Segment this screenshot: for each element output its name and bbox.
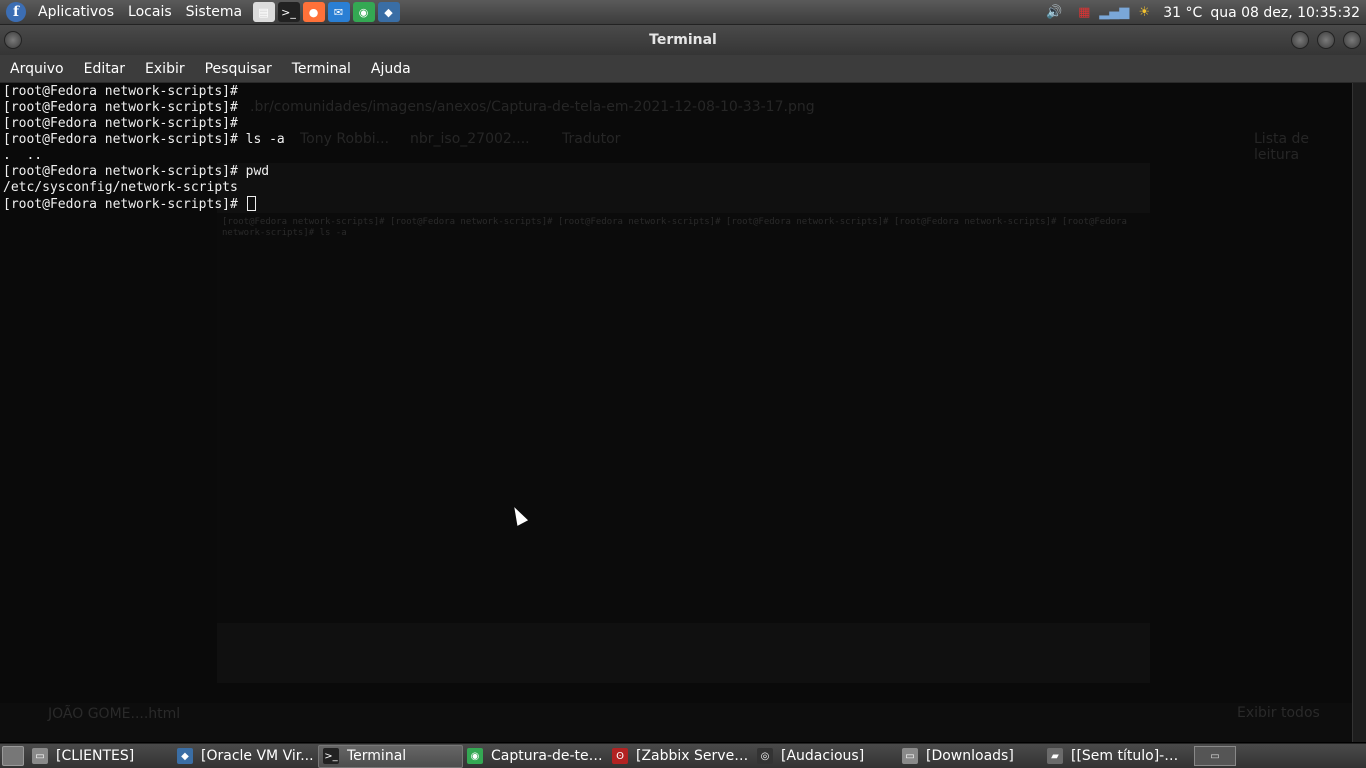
taskbar-item[interactable]: ◉ Captura-de-tel... <box>463 745 608 768</box>
taskbar-item-label: [CLIENTES] <box>56 748 135 764</box>
minimize-button[interactable] <box>1291 31 1309 49</box>
thunderbird-icon[interactable]: ✉ <box>327 2 350 22</box>
volume-icon[interactable]: 🔊 <box>1043 3 1065 23</box>
taskbar-item-label: [Zabbix Server... <box>636 748 749 764</box>
taskbar-item[interactable]: ▭ [CLIENTES] <box>28 745 173 768</box>
terminal-line: [root@Fedora network-scripts]# <box>3 84 238 99</box>
taskbar-item-label: Terminal <box>347 748 407 764</box>
terminal-cursor <box>246 196 256 211</box>
virtualbox-icon: ◆ <box>177 748 193 764</box>
menu-locais[interactable]: Locais <box>121 0 179 25</box>
taskbar-item-label: [[Sem título]-1... <box>1071 748 1184 764</box>
top-panel: f Aplicativos Locais Sistema ▤ >_ ● ✉ ◉ ◆ 🔊 ▦… <box>0 0 1366 25</box>
menu-editar[interactable]: Editar <box>74 61 135 77</box>
weather-icon[interactable]: ☀ <box>1133 3 1155 23</box>
terminal-prompt: [root@Fedora network-scripts]# <box>3 197 246 212</box>
taskbar-item-label: [Downloads] <box>926 748 1014 764</box>
menu-arquivo[interactable]: Arquivo <box>0 61 74 77</box>
firefox-icon[interactable]: ● <box>302 2 325 22</box>
window-menubar: Arquivo Editar Exibir Pesquisar Terminal… <box>0 55 1366 83</box>
ghost-reading-list: Lista de leitura <box>1254 131 1310 163</box>
weather-temperature[interactable]: 31 °C <box>1163 5 1202 21</box>
ghost-show-all: Exibir todos <box>1237 705 1320 721</box>
virtualbox-icon[interactable]: ◆ <box>377 2 400 22</box>
terminal-line: [root@Fedora network-scripts]# pwd <box>3 164 270 179</box>
chrome-icon: ◉ <box>467 748 483 764</box>
clock[interactable]: qua 08 dez, 10:35:32 <box>1210 5 1360 21</box>
gimp-icon: ▰ <box>1047 748 1063 764</box>
terminal-line: /etc/sysconfig/network-scripts <box>3 180 238 195</box>
menu-aplicativos[interactable]: Aplicativos <box>31 0 121 25</box>
taskbar-item-label: [Oracle VM Vir... <box>201 748 314 764</box>
ghost-bookmark-3: Tradutor <box>562 131 621 147</box>
task-list: ▭ [CLIENTES] ◆ [Oracle VM Vir... >_ Terminal ◉… <box>28 744 1188 768</box>
terminal-icon: >_ <box>323 748 339 764</box>
terminal-scrollbar[interactable] <box>1352 83 1366 742</box>
window-titlebar[interactable]: Terminal <box>0 25 1366 55</box>
taskbar-item[interactable]: ◆ [Oracle VM Vir... <box>173 745 318 768</box>
taskbar-item[interactable]: ʘ [Zabbix Server... <box>608 745 753 768</box>
terminal-line: [root@Fedora network-scripts]# <box>3 100 238 115</box>
workspace-switcher[interactable]: ▭ <box>1194 746 1236 766</box>
terminal-area[interactable]: .br/comunidades/imagens/anexos/Captura-d… <box>0 83 1352 742</box>
menu-terminal[interactable]: Terminal <box>282 61 361 77</box>
ghost-terminal: [root@Fedora network-scripts]# [root@Fed… <box>217 213 1150 623</box>
workspace-icon: ▭ <box>1210 750 1220 762</box>
network-signal-icon[interactable]: ▂▄▆ <box>1099 3 1129 23</box>
ghost-bookmark-2: nbr_iso_27002.... <box>410 131 530 147</box>
menu-exibir[interactable]: Exibir <box>135 61 195 77</box>
taskbar-item-label: Captura-de-tel... <box>491 748 604 764</box>
taskbar-item[interactable]: ▰ [[Sem título]-1... <box>1043 745 1188 768</box>
close-button[interactable] <box>1343 31 1361 49</box>
ghost-screenshot: [root@Fedora network-scripts]# [root@Fed… <box>217 163 1150 683</box>
bottom-taskbar: ▭ [CLIENTES] ◆ [Oracle VM Vir... >_ Terminal ◉… <box>0 743 1366 768</box>
launcher-area: ▤ >_ ● ✉ ◉ ◆ <box>251 2 401 22</box>
taskbar-item[interactable]: ▭ [Downloads] <box>898 745 1043 768</box>
ghost-url-text: .br/comunidades/imagens/anexos/Captura-d… <box>250 99 815 115</box>
menu-sistema[interactable]: Sistema <box>179 0 249 25</box>
ghost-bookmark-1: Tony Robbi... <box>300 131 390 147</box>
battery-icon[interactable]: ▦ <box>1073 3 1095 23</box>
window-menu-button[interactable] <box>4 31 22 49</box>
window-title: Terminal <box>649 32 717 48</box>
audacious-icon: ◎ <box>757 748 773 764</box>
file-manager-icon[interactable]: ▤ <box>252 2 275 22</box>
chrome-icon[interactable]: ◉ <box>352 2 375 22</box>
menu-ajuda[interactable]: Ajuda <box>361 61 421 77</box>
show-desktop-button[interactable] <box>2 746 24 766</box>
terminal-line: . .. <box>3 148 43 163</box>
ghost-download-bar <box>0 703 1352 742</box>
menu-pesquisar[interactable]: Pesquisar <box>195 61 282 77</box>
taskbar-item[interactable]: >_ Terminal <box>318 744 463 768</box>
folder-icon: ▭ <box>32 748 48 764</box>
ghost-download-item: JOÃO GOME....html <box>48 706 181 722</box>
system-tray: 🔊 ▦ ▂▄▆ ☀ 31 °C qua 08 dez, 10:35:32 <box>1039 0 1366 25</box>
terminal-line: [root@Fedora network-scripts]# ls -a <box>3 132 285 147</box>
zabbix-icon: ʘ <box>612 748 628 764</box>
terminal-output: [root@Fedora network-scripts]# [root@Fedo… <box>3 84 285 213</box>
folder-icon: ▭ <box>902 748 918 764</box>
terminal-line: [root@Fedora network-scripts]# <box>3 116 238 131</box>
fedora-logo-icon[interactable]: f <box>6 2 26 22</box>
terminal-icon[interactable]: >_ <box>277 2 300 22</box>
taskbar-item[interactable]: ◎ [Audacious] <box>753 745 898 768</box>
maximize-button[interactable] <box>1317 31 1335 49</box>
ghost-terminal-text: [root@Fedora network-scripts]# [root@Fed… <box>222 217 1127 238</box>
taskbar-item-label: [Audacious] <box>781 748 865 764</box>
